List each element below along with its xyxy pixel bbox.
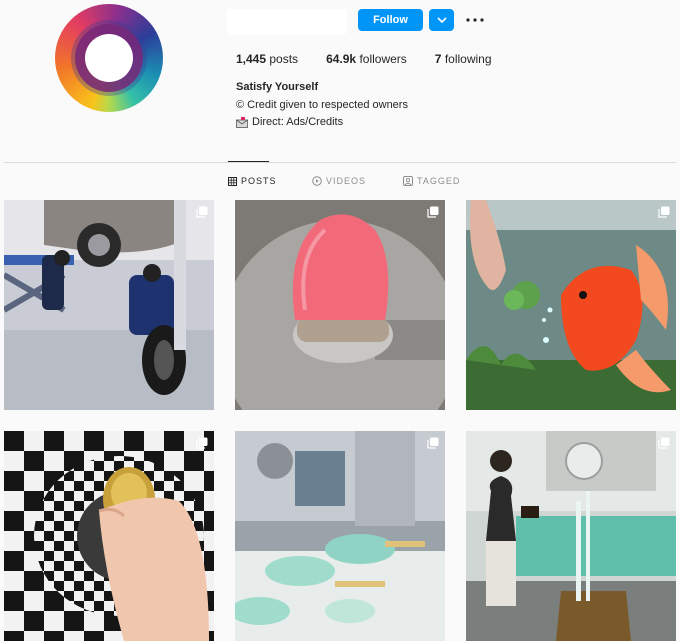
following-count: 7 (434, 52, 442, 66)
post-tile[interactable] (235, 200, 445, 410)
more-dots-icon (466, 18, 484, 22)
multiple-posts-icon (427, 437, 439, 449)
posts-label: posts (269, 52, 299, 66)
bio-full-name: Satisfy Yourself (236, 81, 319, 93)
post-tile[interactable] (4, 200, 214, 410)
posts-count: 1,445 (236, 52, 267, 66)
active-tab-indicator (228, 161, 269, 162)
post-thumbnail-fountain (466, 431, 676, 641)
more-options-button[interactable] (464, 10, 486, 30)
followers-label: followers (359, 52, 407, 66)
following-label: following (444, 52, 492, 66)
tab-videos[interactable]: VIDEOS (312, 176, 366, 186)
tab-posts[interactable]: POSTS (228, 176, 277, 186)
tab-videos-label: VIDEOS (326, 176, 367, 186)
multiple-posts-icon (658, 437, 670, 449)
video-icon (312, 176, 322, 186)
multiple-posts-icon (427, 206, 439, 218)
post-thumbnail-pink-sponge (235, 200, 445, 410)
posts-stat: 1,445 posts (236, 52, 298, 66)
grid-icon (228, 176, 237, 186)
post-thumbnail-ice-cream-molds (235, 431, 445, 641)
post-tile[interactable] (466, 431, 676, 641)
following-stat[interactable]: 7 following (435, 52, 492, 66)
tab-tagged-label: TAGGED (417, 176, 461, 186)
tab-posts-label: POSTS (241, 176, 277, 186)
bio-line-direct: Direct: Ads/Credits (236, 116, 343, 128)
avatar-center (85, 34, 133, 82)
multiple-posts-icon (658, 206, 670, 218)
post-thumbnail-car-lift (4, 200, 214, 410)
bio-line-credit: © Credit given to respected owners (236, 99, 408, 111)
followers-stat[interactable]: 64.9k followers (326, 52, 407, 66)
profile-stats: 1,445 posts 64.9k followers 7 following (236, 52, 520, 66)
post-tile[interactable] (235, 431, 445, 641)
mailbox-icon (236, 116, 248, 128)
tabs-divider (4, 162, 676, 163)
multiple-posts-icon (196, 206, 208, 218)
profile-avatar[interactable] (55, 4, 163, 112)
tag-icon (403, 176, 413, 186)
post-tile[interactable] (466, 200, 676, 410)
chevron-down-icon (436, 16, 447, 23)
post-thumbnail-checkered-tunnel (4, 431, 214, 641)
tab-tagged[interactable]: TAGGED (403, 176, 460, 186)
multiple-posts-icon (196, 437, 208, 449)
username (227, 9, 347, 34)
bio-line-direct-text: Direct: Ads/Credits (252, 116, 344, 128)
suggestions-dropdown-button[interactable] (429, 9, 454, 31)
post-thumbnail-goldfish (466, 200, 676, 410)
post-tile[interactable] (4, 431, 214, 641)
followers-count: 64.9k (326, 52, 357, 66)
follow-button[interactable]: Follow (358, 9, 423, 31)
